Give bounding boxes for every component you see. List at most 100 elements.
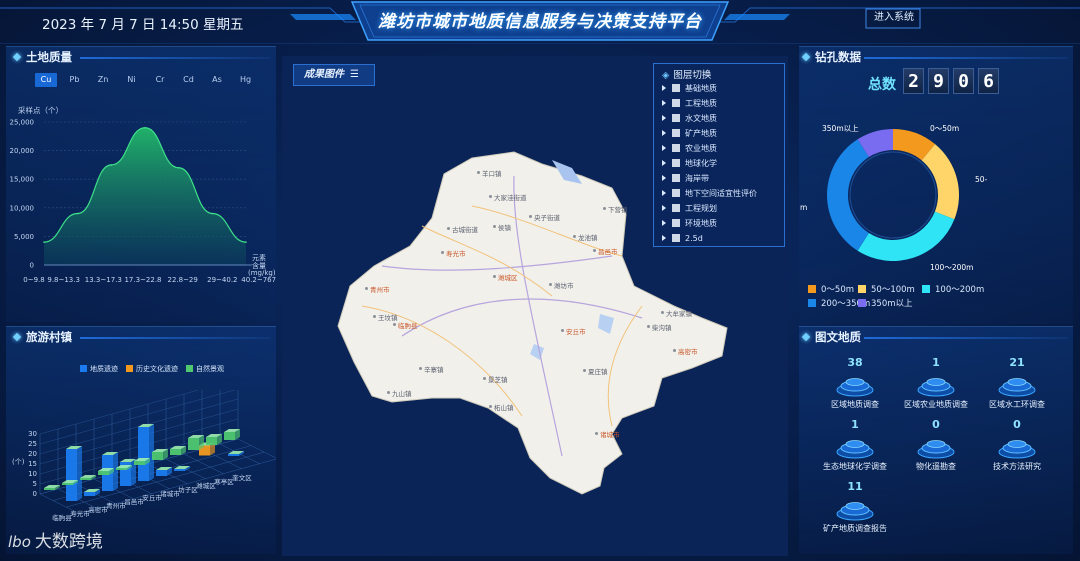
report-item[interactable]: 0 物化遥勘查 bbox=[891, 418, 981, 472]
layer-checkbox[interactable] bbox=[672, 159, 680, 167]
report-item[interactable]: 21 区域水工环调查 bbox=[972, 356, 1062, 410]
enter-system-button[interactable]: 进入系统 bbox=[869, 10, 919, 27]
layer-checkbox[interactable] bbox=[672, 144, 680, 152]
map-place-label[interactable]: 诸城市 bbox=[600, 429, 620, 439]
expand-arrow-icon[interactable] bbox=[662, 100, 666, 106]
map-place-label[interactable]: 青州市 bbox=[370, 284, 390, 294]
expand-arrow-icon[interactable] bbox=[662, 145, 666, 151]
bar-front bbox=[224, 432, 235, 440]
expand-arrow-icon[interactable] bbox=[662, 130, 666, 136]
map-place-label[interactable]: 潍城区 bbox=[498, 272, 518, 282]
map-place-label[interactable]: 昌邑市 bbox=[598, 246, 618, 256]
drill-legend-label: 50～100m bbox=[871, 285, 915, 295]
map-place-label[interactable]: 下营镇 bbox=[608, 204, 628, 214]
element-tab-as[interactable]: As bbox=[206, 73, 228, 87]
layer-item[interactable]: 地球化学 bbox=[662, 157, 717, 171]
layer-checkbox[interactable] bbox=[672, 99, 680, 107]
map-place-label[interactable]: 王坟镇 bbox=[378, 312, 398, 322]
y-tick-label: 30 bbox=[28, 430, 37, 438]
expand-arrow-icon[interactable] bbox=[662, 190, 666, 196]
drill-legend-item[interactable]: 100～200m bbox=[922, 283, 984, 295]
drill-legend-item[interactable]: 0～50m bbox=[808, 283, 854, 295]
expand-arrow-icon[interactable] bbox=[662, 205, 666, 211]
drill-legend-item[interactable]: 350m以上 bbox=[858, 297, 913, 309]
tour-legend-item[interactable]: 历史文化遗迹 bbox=[126, 365, 178, 373]
layer-item[interactable]: 环境地质 bbox=[662, 217, 717, 231]
layer-item[interactable]: 海岸带 bbox=[662, 172, 709, 186]
map-place-label[interactable]: 夏庄镇 bbox=[588, 366, 608, 376]
legend-swatch bbox=[858, 299, 866, 307]
drill-legend-item[interactable]: 50～100m bbox=[858, 283, 915, 295]
map-place-label[interactable]: 高密市 bbox=[678, 346, 698, 356]
layer-item[interactable]: 工程规划 bbox=[662, 202, 717, 216]
layer-item[interactable]: 基础地质 bbox=[662, 82, 717, 96]
layer-checkbox[interactable] bbox=[672, 219, 680, 227]
tour-title-text: 旅游村镇 bbox=[26, 330, 72, 344]
map-place-label[interactable]: 柘山镇 bbox=[494, 402, 514, 412]
bar-front bbox=[116, 468, 127, 470]
layer-item[interactable]: 2.5d bbox=[662, 232, 703, 246]
y-tick-label: 20,000 bbox=[10, 147, 35, 155]
donut-label-350: 350m以上 bbox=[822, 124, 859, 133]
map-place-dot bbox=[493, 225, 496, 228]
layer-checkbox[interactable] bbox=[672, 129, 680, 137]
report-item[interactable]: 1 区域农业地质调查 bbox=[891, 356, 981, 410]
layer-checkbox[interactable] bbox=[672, 234, 680, 242]
map-place-label[interactable]: 大家洼街道 bbox=[494, 192, 527, 202]
map-place-dot bbox=[489, 405, 492, 408]
layer-item[interactable]: 矿产地质 bbox=[662, 127, 717, 141]
layer-checkbox[interactable] bbox=[672, 189, 680, 197]
map-place-label[interactable]: 潍坊市 bbox=[554, 280, 574, 290]
bar-front bbox=[206, 437, 217, 445]
map-place-dot bbox=[441, 251, 444, 254]
layer-item[interactable]: 地下空间适宜性评价 bbox=[662, 187, 757, 201]
layer-label: 矿产地质 bbox=[685, 129, 717, 138]
map-place-label[interactable]: 大牟家镇 bbox=[666, 308, 692, 318]
expand-arrow-icon[interactable] bbox=[662, 85, 666, 91]
map-place-dot bbox=[603, 207, 606, 210]
tour-legend-item[interactable]: 地质遗迹 bbox=[80, 365, 118, 373]
expand-arrow-icon[interactable] bbox=[662, 220, 666, 226]
layer-item[interactable]: 水文地质 bbox=[662, 112, 717, 126]
expand-arrow-icon[interactable] bbox=[662, 175, 666, 181]
map-place-label[interactable]: 柴沟镇 bbox=[652, 322, 672, 332]
element-tab-cu[interactable]: Cu bbox=[35, 73, 57, 87]
expand-arrow-icon[interactable] bbox=[662, 235, 666, 241]
map-place-label[interactable]: 羊口镇 bbox=[482, 168, 502, 178]
element-tab-pb[interactable]: Pb bbox=[64, 73, 86, 87]
report-item[interactable]: 11 矿产地质调查报告 bbox=[810, 480, 900, 534]
layer-checkbox[interactable] bbox=[672, 114, 680, 122]
legend-swatch bbox=[858, 285, 866, 293]
report-item[interactable]: 1 生态地球化学调查 bbox=[810, 418, 900, 472]
watermark-logo: lbo bbox=[8, 533, 31, 551]
expand-arrow-icon[interactable] bbox=[662, 115, 666, 121]
map-place-label[interactable]: 安丘市 bbox=[566, 326, 586, 336]
map-place-label[interactable]: 侯镇 bbox=[498, 222, 511, 232]
map-place-label[interactable]: 景芝镇 bbox=[488, 374, 508, 384]
layer-checkbox[interactable] bbox=[672, 204, 680, 212]
layer-checkbox[interactable] bbox=[672, 84, 680, 92]
map-place-label[interactable]: 九山镇 bbox=[392, 388, 412, 398]
map-legend-button[interactable]: 成果图件 ☰ bbox=[293, 64, 375, 86]
layer-item[interactable]: 农业地质 bbox=[662, 142, 717, 156]
report-item[interactable]: 0 技术方法研究 bbox=[972, 418, 1062, 472]
map-place-label[interactable]: 龙池镇 bbox=[578, 232, 598, 242]
map-place-label[interactable]: 央子街道 bbox=[534, 212, 560, 222]
report-item[interactable]: 38 区域地质调查 bbox=[810, 356, 900, 410]
element-tab-hg[interactable]: Hg bbox=[235, 73, 257, 87]
map-place-label[interactable]: 寿光市 bbox=[446, 248, 466, 258]
expand-arrow-icon[interactable] bbox=[662, 160, 666, 166]
stacked-disc-icon bbox=[835, 434, 875, 460]
map-place-label[interactable]: 辛寨镇 bbox=[424, 364, 444, 374]
tour-legend: 地质遗迹 历史文化遗迹 自然景观 bbox=[80, 364, 232, 374]
map-place-label[interactable]: 临朐县 bbox=[398, 320, 418, 330]
layer-item[interactable]: 工程地质 bbox=[662, 97, 717, 111]
tour-legend-item[interactable]: 自然景观 bbox=[186, 365, 224, 373]
element-tab-zn[interactable]: Zn bbox=[92, 73, 114, 87]
map-place-label[interactable]: 古城街道 bbox=[452, 224, 478, 234]
element-tab-cd[interactable]: Cd bbox=[178, 73, 200, 87]
layer-checkbox[interactable] bbox=[672, 174, 680, 182]
element-tab-cr[interactable]: Cr bbox=[149, 73, 171, 87]
element-tab-ni[interactable]: Ni bbox=[121, 73, 143, 87]
x-tick-label: 青州市 bbox=[106, 501, 126, 510]
